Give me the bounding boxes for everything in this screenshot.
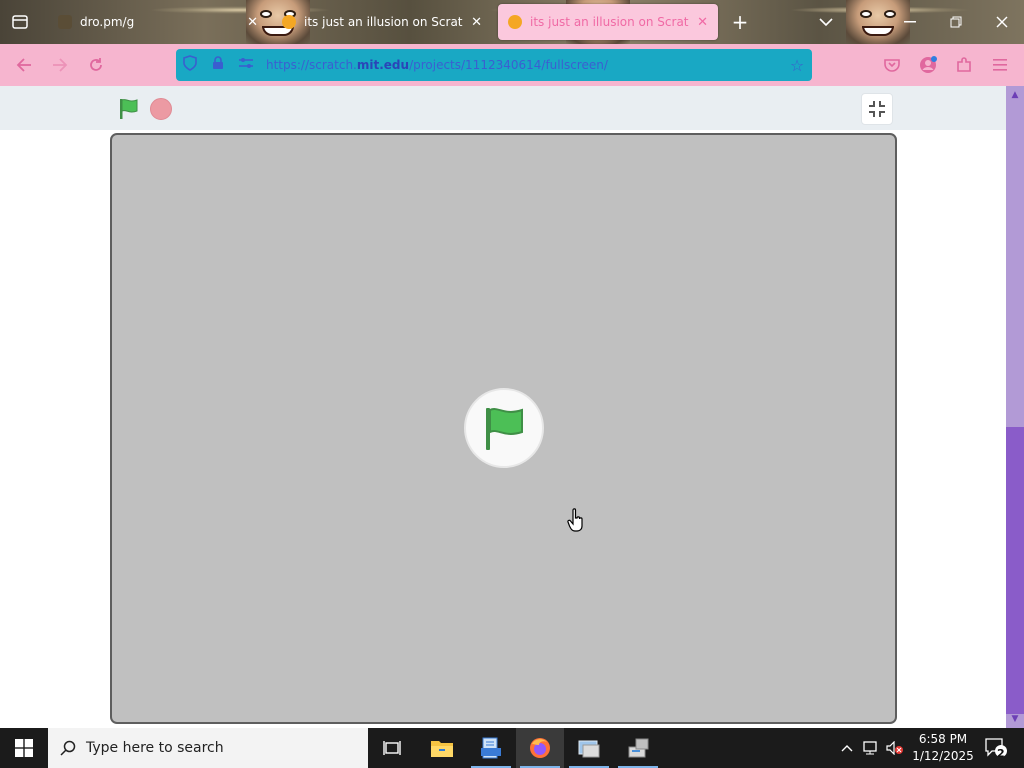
player-controls-bar <box>0 86 1006 130</box>
tab-scratch-active[interactable]: its just an illusion on Scratch ✕ <box>498 4 718 40</box>
tab-title: its just an illusion on Scratch <box>530 15 690 29</box>
stop-button[interactable] <box>150 98 172 120</box>
search-placeholder: Type here to search <box>86 740 224 756</box>
clock-time: 6:58 PM <box>918 732 968 746</box>
scratch-fullscreen-page <box>0 86 1006 728</box>
taskbar-clock[interactable]: 6:58 PM 1/12/2025 <box>910 731 976 765</box>
account-avatar-icon[interactable] <box>912 50 944 80</box>
file-explorer-icon[interactable] <box>418 728 466 768</box>
tab-title: dro.pm/g <box>80 15 135 29</box>
page-scrollbar[interactable]: ▲ ▼ <box>1006 86 1024 728</box>
back-arrow-icon[interactable] <box>8 50 40 80</box>
tab-dro-pm[interactable]: dro.pm/g ✕ <box>48 4 268 40</box>
restore-window-icon[interactable] <box>936 0 976 44</box>
scrollbar-thumb[interactable] <box>1006 427 1024 714</box>
action-center-button[interactable]: 2 <box>982 734 1010 762</box>
url-prefix: https://scratch. <box>266 58 357 72</box>
minimize-window-icon[interactable] <box>890 0 930 44</box>
scratch-favicon-icon <box>282 15 296 29</box>
tab-scratch-1[interactable]: its just an illusion on Scratch ✕ <box>272 4 492 40</box>
clock-date: 1/12/2025 <box>912 749 974 763</box>
tab-close-icon[interactable]: ✕ <box>697 15 708 30</box>
firefox-view-icon[interactable] <box>0 0 40 44</box>
address-bar[interactable]: https://scratch.mit.edu/projects/1112340… <box>176 49 812 81</box>
hand-pointer-cursor-icon <box>567 508 585 532</box>
url-domain: mit.edu <box>356 58 410 72</box>
tab-close-icon[interactable]: ✕ <box>247 15 258 30</box>
scroll-up-arrow-icon[interactable]: ▲ <box>1006 88 1024 102</box>
padlock-icon[interactable] <box>204 56 232 74</box>
firefox-app-icon[interactable] <box>516 728 564 768</box>
browser-tab-strip: dro.pm/g ✕ its just an illusion on Scrat… <box>0 0 1024 44</box>
tab-title: its just an illusion on Scratch <box>304 15 464 29</box>
volume-muted-icon[interactable] <box>886 738 904 758</box>
taskbar-search-box[interactable]: Type here to search <box>48 728 368 768</box>
pocket-icon[interactable] <box>876 50 908 80</box>
tracking-protection-shield-icon[interactable] <box>176 55 204 75</box>
extensions-puzzle-icon[interactable] <box>948 50 980 80</box>
notification-count-badge: 2 <box>997 747 1005 760</box>
start-project-overlay-button[interactable] <box>464 388 544 468</box>
permissions-icon[interactable] <box>232 57 260 73</box>
tab-close-icon[interactable]: ✕ <box>471 15 482 30</box>
show-hidden-icons-chevron-icon[interactable] <box>838 738 856 758</box>
green-flag-button[interactable] <box>116 96 142 122</box>
start-button[interactable] <box>0 728 48 768</box>
network-app-icon[interactable] <box>614 728 662 768</box>
network-icon[interactable] <box>862 738 880 758</box>
windows-taskbar: Type here to search 6:58 PM 1/12/2025 2 <box>0 728 1024 768</box>
scroll-down-arrow-icon[interactable]: ▼ <box>1006 712 1024 726</box>
navigation-toolbar: https://scratch.mit.edu/projects/1112340… <box>0 44 1024 86</box>
exit-fullscreen-button[interactable] <box>861 93 893 125</box>
url-path: /projects/1112340614/fullscreen/ <box>409 58 608 72</box>
list-all-tabs-chevron-icon[interactable] <box>806 0 846 44</box>
url-text[interactable]: https://scratch.mit.edu/projects/1112340… <box>260 58 782 72</box>
forward-arrow-icon[interactable] <box>44 50 76 80</box>
reload-icon[interactable] <box>80 50 112 80</box>
system-tray: 6:58 PM 1/12/2025 2 <box>836 728 1024 768</box>
folder-favicon-icon <box>58 15 72 29</box>
project-stage[interactable] <box>110 133 897 724</box>
green-flag-icon <box>120 99 138 119</box>
bookmark-star-icon[interactable]: ☆ <box>782 56 812 75</box>
new-tab-button[interactable]: + <box>720 0 760 44</box>
close-window-icon[interactable] <box>982 0 1022 44</box>
scratch-favicon-icon <box>508 15 522 29</box>
menu-hamburger-icon[interactable] <box>984 50 1016 80</box>
task-view-icon[interactable] <box>368 728 416 768</box>
windows-logo-icon <box>15 739 33 757</box>
green-flag-icon <box>486 408 523 450</box>
search-icon <box>60 740 76 756</box>
control-panel-app-icon[interactable] <box>565 728 613 768</box>
notepad-app-icon[interactable] <box>467 728 515 768</box>
exit-fullscreen-icon <box>869 101 885 117</box>
